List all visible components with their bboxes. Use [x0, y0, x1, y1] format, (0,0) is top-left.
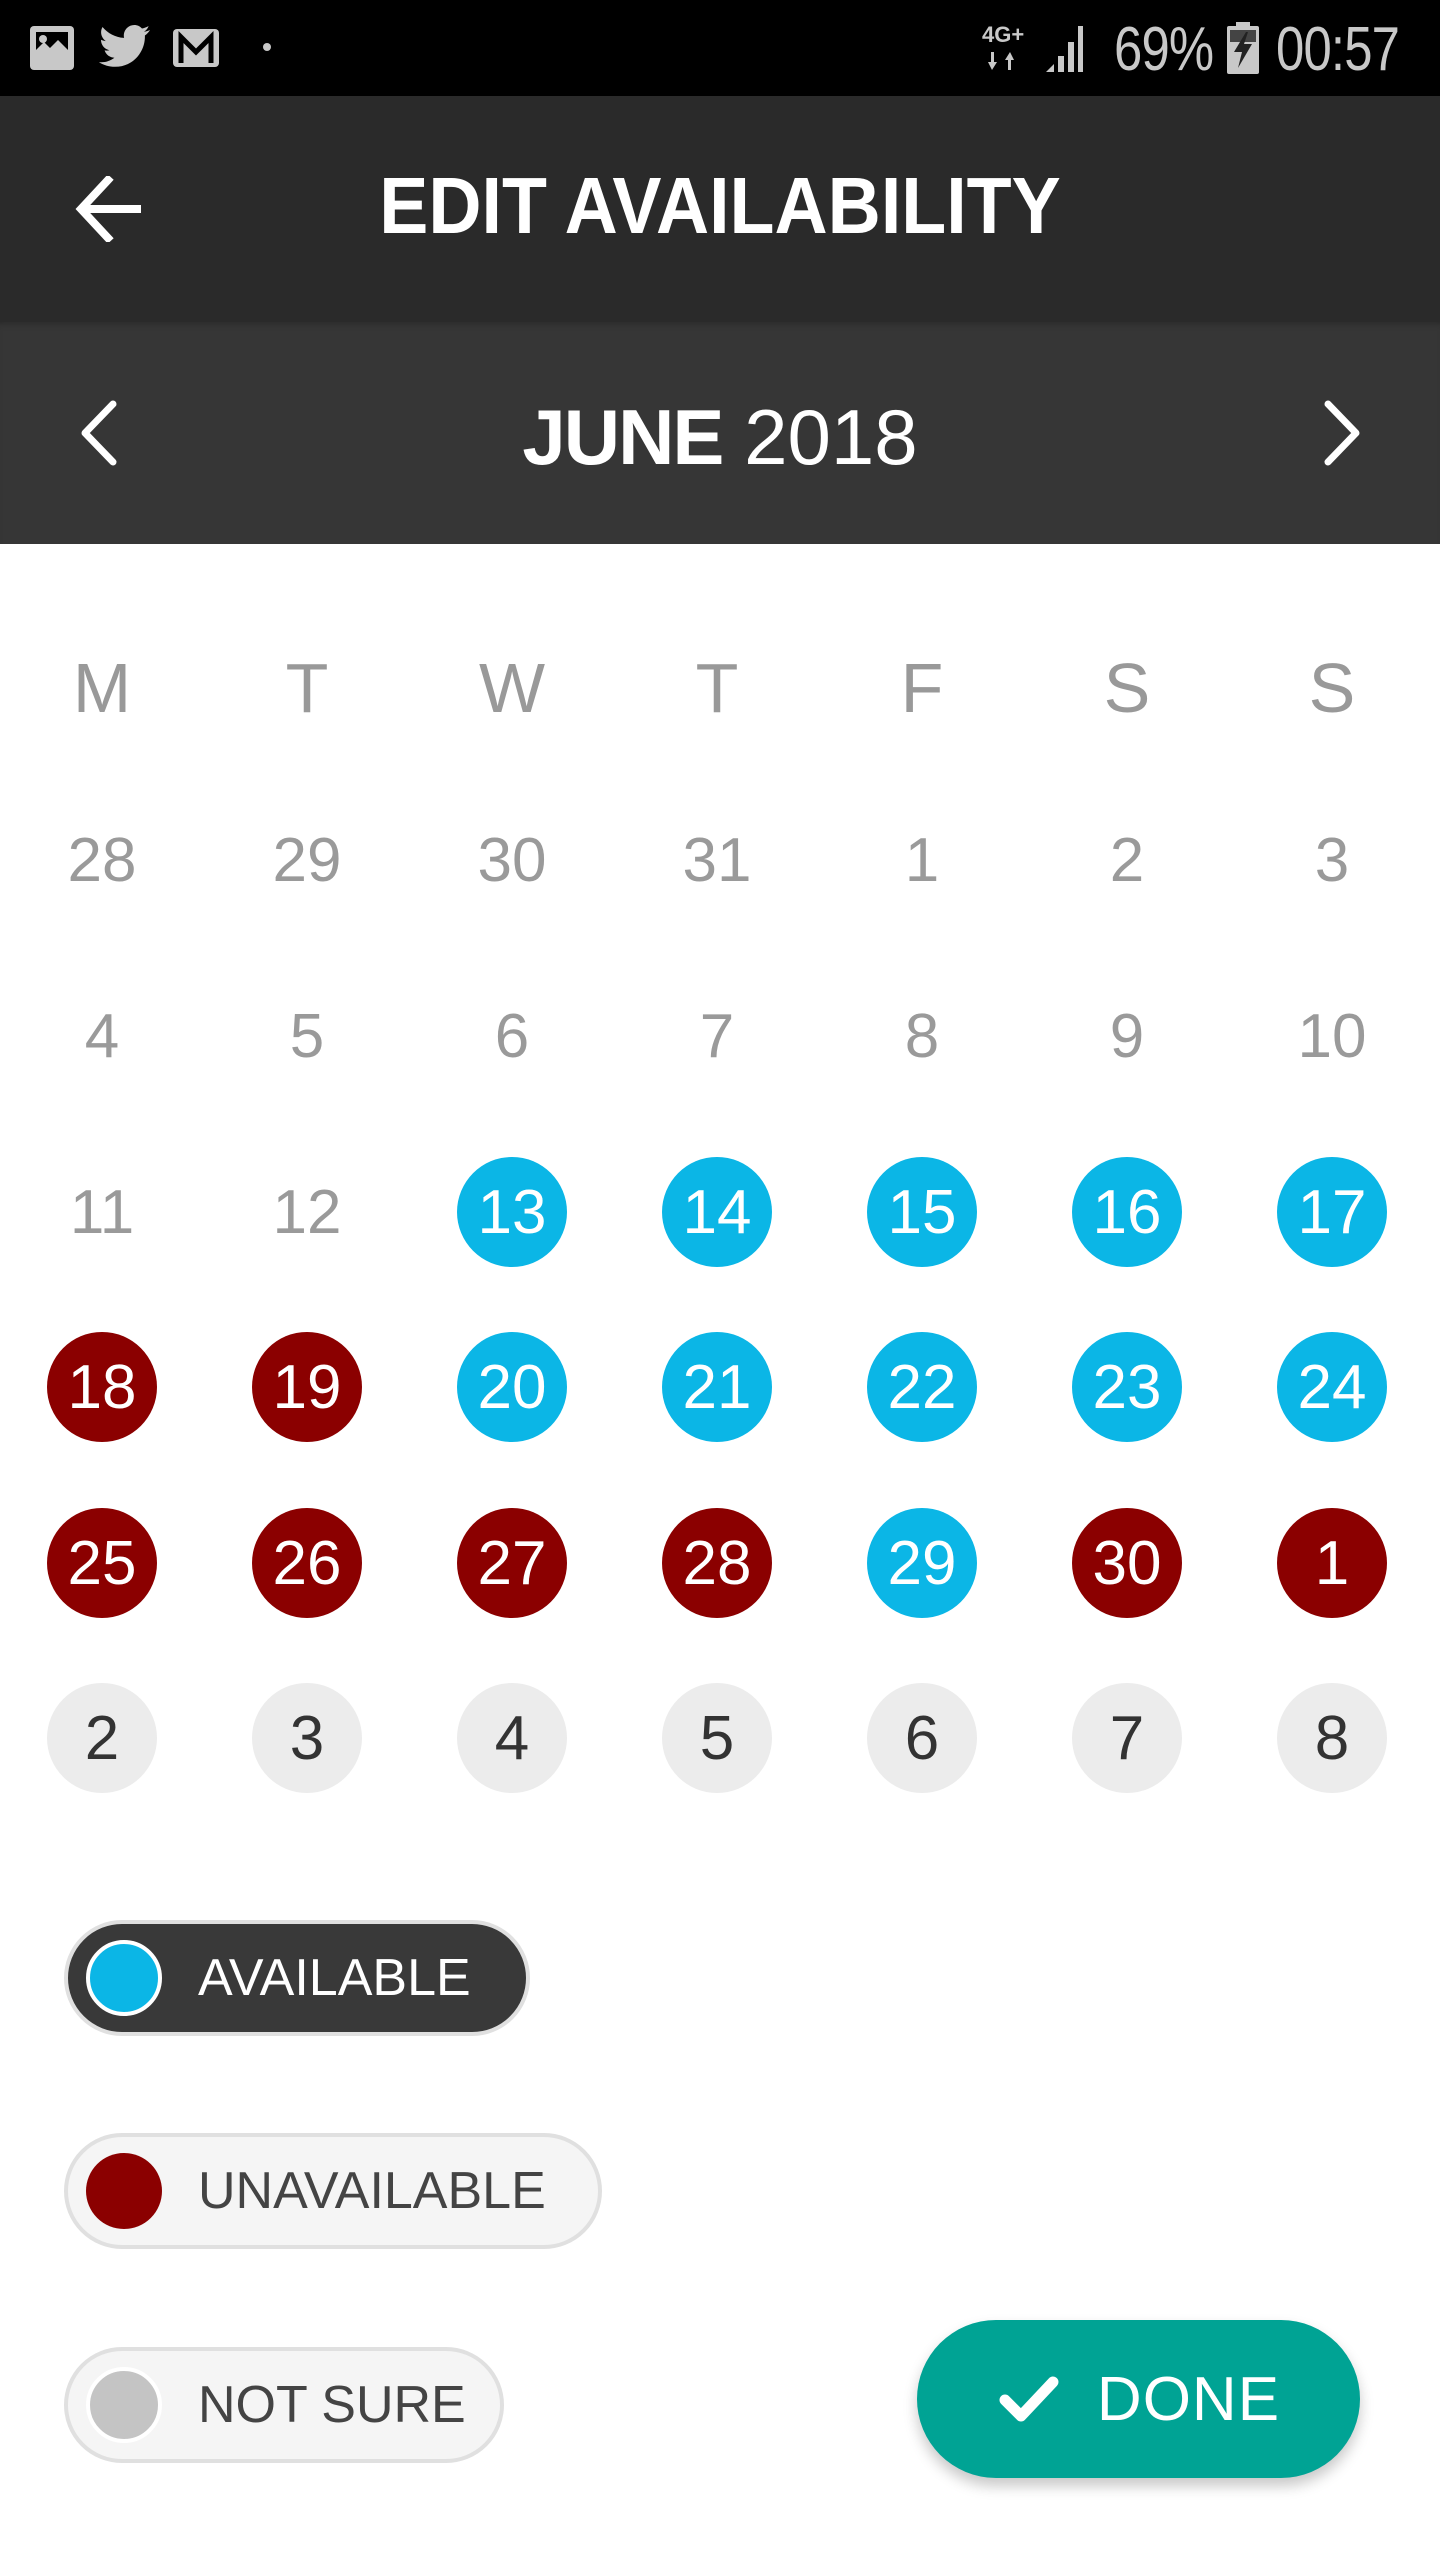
day-cell-next[interactable]: 7 [1072, 1683, 1182, 1793]
unavailable-color-dot [86, 2153, 162, 2229]
day-cell-available[interactable]: 17 [1277, 1157, 1387, 1267]
calendar-week-row: 11 12 13 14 15 16 17 [0, 1157, 1440, 1267]
calendar-week-row: 2345678 [0, 1683, 1440, 1793]
month-name: JUNE [522, 393, 724, 481]
check-icon [999, 2376, 1059, 2422]
battery-percent: 69% [1114, 15, 1214, 84]
chip-label: NOT SURE [198, 2376, 466, 2434]
day-cell-muted[interactable]: 2 [1072, 805, 1182, 915]
day-cell-muted[interactable]: 3 [1277, 805, 1387, 915]
weekday-label: M [72, 649, 132, 727]
day-cell-next[interactable]: 2 [47, 1683, 157, 1793]
day-cell-available[interactable]: 21 [662, 1332, 772, 1442]
day-cell-available[interactable]: 23 [1072, 1332, 1182, 1442]
day-cell-next[interactable]: 8 [1277, 1683, 1387, 1793]
signal-icon [1046, 26, 1083, 72]
battery-charging-icon [1227, 22, 1259, 74]
twitter-icon [98, 25, 150, 67]
done-button[interactable]: DONE [917, 2320, 1360, 2478]
day-cell-next[interactable]: 6 [867, 1683, 977, 1793]
notification-dot-icon [263, 43, 271, 51]
day-cell-unavailable[interactable]: 30 [1072, 1508, 1182, 1618]
weekday-label: F [900, 649, 944, 727]
network-indicator: 4G+ [982, 22, 1030, 78]
page-title: EDIT AVAILABILITY [379, 161, 1061, 250]
day-cell-available[interactable]: 15 [867, 1157, 977, 1267]
weekday-label: S [1103, 649, 1151, 727]
status-bar: 4G+ 69% 00:57 [0, 0, 1440, 96]
day-cell-unavailable[interactable]: 26 [252, 1508, 362, 1618]
chip-label: UNAVAILABLE [198, 2162, 546, 2220]
day-cell-muted[interactable]: 30 [457, 805, 567, 915]
day-cell-muted[interactable]: 7 [662, 981, 772, 1091]
day-cell-unavailable[interactable]: 18 [47, 1332, 157, 1442]
status-chip-available[interactable]: AVAILABLE [64, 1920, 530, 2036]
day-cell-available[interactable]: 24 [1277, 1332, 1387, 1442]
day-cell-unavailable[interactable]: 1 [1277, 1508, 1387, 1618]
status-chip-not-sure[interactable]: NOT SURE [64, 2347, 504, 2463]
day-cell-next[interactable]: 3 [252, 1683, 362, 1793]
day-cell-muted[interactable]: 4 [47, 981, 157, 1091]
app-header: EDIT AVAILABILITY [0, 96, 1440, 322]
day-cell-available[interactable]: 16 [1072, 1157, 1182, 1267]
gallery-icon [30, 26, 74, 70]
status-chip-unavailable[interactable]: UNAVAILABLE [64, 2133, 602, 2249]
not-sure-color-dot [86, 2367, 162, 2443]
day-cell-next[interactable]: 4 [457, 1683, 567, 1793]
chevron-right-icon [1324, 400, 1360, 466]
day-cell-muted[interactable]: 10 [1277, 981, 1387, 1091]
day-cell-muted[interactable]: 9 [1072, 981, 1182, 1091]
weekday-label: S [1308, 649, 1356, 727]
year: 2018 [744, 393, 918, 481]
next-month-button[interactable] [1287, 378, 1397, 488]
day-cell-unavailable[interactable]: 27 [457, 1508, 567, 1618]
calendar-week-row: 25 26 27 28 29 30 1 [0, 1508, 1440, 1618]
weekday-label: W [478, 649, 546, 727]
day-cell-muted[interactable]: 28 [47, 805, 157, 915]
network-type: 4G+ [982, 22, 1025, 47]
day-cell-muted[interactable]: 11 [47, 1157, 157, 1267]
day-cell-available[interactable]: 14 [662, 1157, 772, 1267]
day-cell-unavailable[interactable]: 28 [662, 1508, 772, 1618]
day-cell-muted[interactable]: 6 [457, 981, 567, 1091]
clock: 00:57 [1276, 15, 1400, 84]
weekday-label: T [285, 649, 329, 727]
chip-label: AVAILABLE [198, 1949, 471, 2007]
available-color-dot [86, 1940, 162, 2016]
weekday-label: T [695, 649, 739, 727]
month-year-label: JUNE 2018 [0, 392, 1440, 483]
day-cell-unavailable[interactable]: 25 [47, 1508, 157, 1618]
calendar-week-row: 4 5 6 7 8 9 10 [0, 981, 1440, 1091]
day-cell-muted[interactable]: 8 [867, 981, 977, 1091]
data-arrows-icon [988, 52, 1014, 70]
day-cell-muted[interactable]: 31 [662, 805, 772, 915]
done-label: DONE [1096, 2364, 1281, 2434]
calendar-week-row: 28 29 30 31 1 2 3 [0, 805, 1440, 915]
day-cell-available[interactable]: 22 [867, 1332, 977, 1442]
weekday-header: MTWTFSS [0, 633, 1440, 743]
day-cell-available[interactable]: 20 [457, 1332, 567, 1442]
calendar-week-row: 18 19 20 21 22 23 24 [0, 1332, 1440, 1442]
day-cell-muted[interactable]: 12 [252, 1157, 362, 1267]
day-cell-available[interactable]: 13 [457, 1157, 567, 1267]
gmail-icon [173, 29, 219, 67]
day-cell-muted[interactable]: 29 [252, 805, 362, 915]
day-cell-muted[interactable]: 1 [867, 805, 977, 915]
day-cell-available[interactable]: 29 [867, 1508, 977, 1618]
day-cell-unavailable[interactable]: 19 [252, 1332, 362, 1442]
day-cell-next[interactable]: 5 [662, 1683, 772, 1793]
day-cell-muted[interactable]: 5 [252, 981, 362, 1091]
month-navigator: JUNE 2018 [0, 322, 1440, 544]
